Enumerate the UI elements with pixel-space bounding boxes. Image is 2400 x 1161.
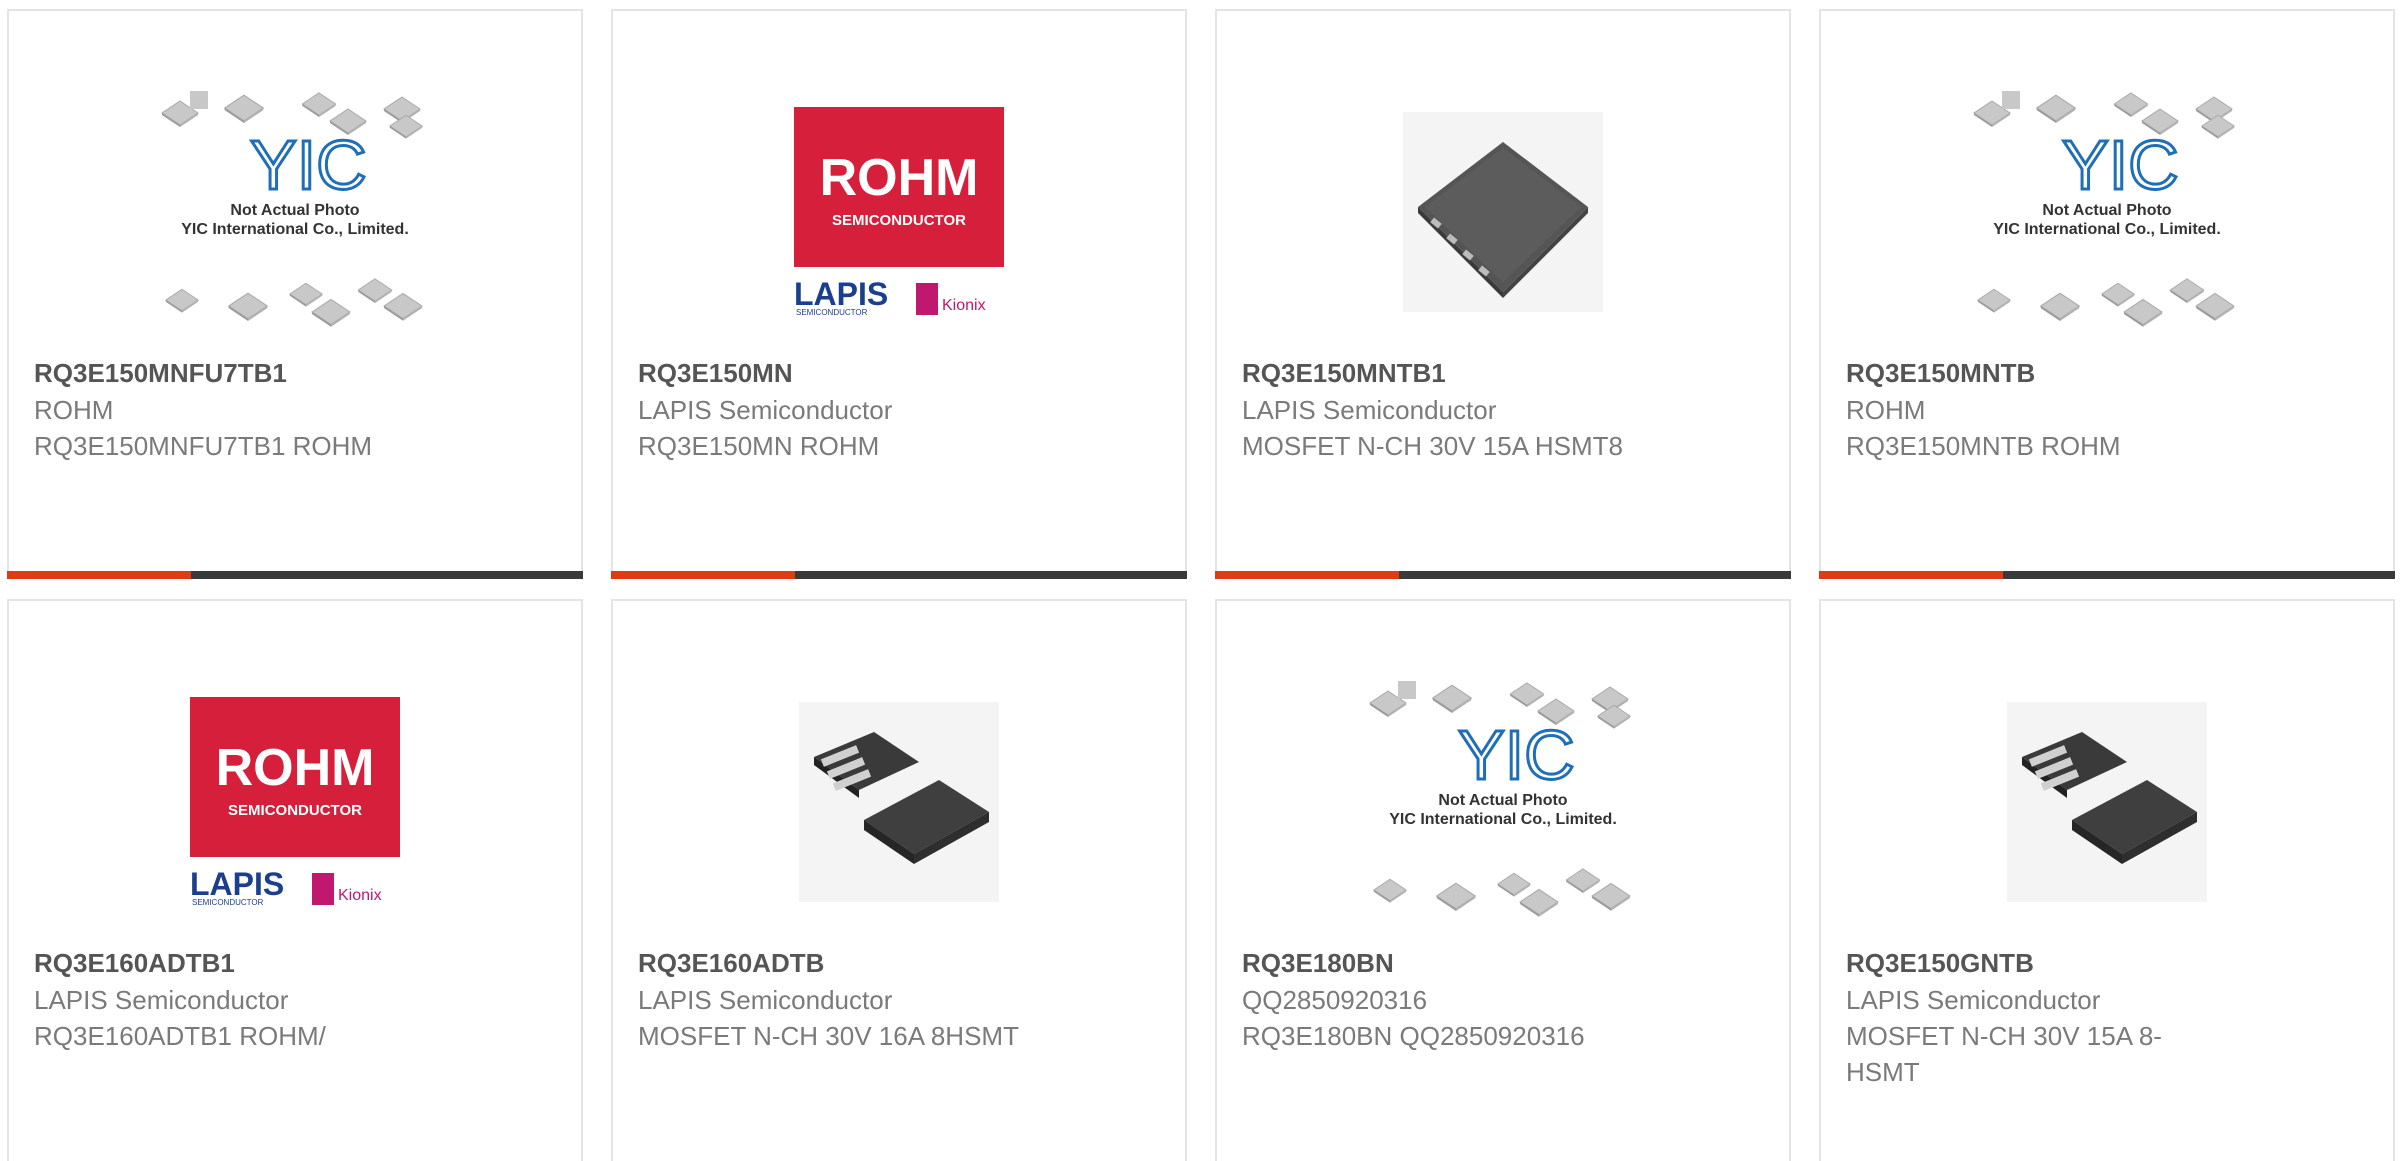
description: MOSFET N-CH 30V 16A 8HSMT [638,1021,1019,1051]
svg-text:SEMICONDUCTOR: SEMICONDUCTOR [228,802,362,819]
product-card[interactable]: YIC Not Actual Photo YIC International C… [7,9,583,579]
part-number[interactable]: RQ3E180BN [1242,945,1642,982]
svg-text:Kionix: Kionix [338,887,382,904]
svg-text:ROHM: ROHM [216,739,375,797]
not-actual-photo-image: YIC Not Actual Photo YIC International C… [1973,91,2235,327]
rohm-logo-image: ROHM SEMICONDUCTOR LAPIS SEMICONDUCTOR K… [794,107,1004,317]
product-image[interactable]: YIC Not Actual Photo YIC International C… [1368,667,1638,937]
part-number[interactable]: RQ3E150MNFU7TB1 [34,355,434,392]
product-image[interactable]: ROHM SEMICONDUCTOR LAPIS SEMICONDUCTOR K… [764,77,1034,347]
product-card[interactable]: ROHM SEMICONDUCTOR LAPIS SEMICONDUCTOR K… [7,599,583,1161]
svg-text:Not Actual Photo: Not Actual Photo [2042,202,2171,219]
product-image[interactable] [764,667,1034,937]
svg-text:SEMICONDUCTOR: SEMICONDUCTOR [832,212,966,229]
product-image[interactable]: ROHM SEMICONDUCTOR LAPIS SEMICONDUCTOR K… [160,667,430,937]
svg-text:YIC: YIC [1458,716,1575,794]
part-number[interactable]: RQ3E150MNTB [1846,355,2246,392]
product-card[interactable]: RQ3E150GNTB LAPIS Semiconductor MOSFET N… [1819,599,2395,1161]
svg-text:YIC International Co., Limited: YIC International Co., Limited. [1389,811,1617,828]
part-number[interactable]: RQ3E160ADTB1 [34,945,434,982]
manufacturer: LAPIS Semiconductor [1846,985,2101,1015]
description: MOSFET N-CH 30V 15A 8-HSMT [1846,1021,2162,1087]
card-accent-bar [611,571,1187,579]
description: RQ3E160ADTB1 ROHM/ [34,1021,326,1051]
manufacturer: QQ2850920316 [1242,985,1428,1015]
not-actual-photo-image: YIC Not Actual Photo YIC International C… [1369,681,1631,917]
description: RQ3E150MNFU7TB1 ROHM [34,431,373,461]
product-grid: YIC Not Actual Photo YIC International C… [0,0,2400,1161]
card-accent-bar [1819,571,2395,579]
svg-text:YIC International Co., Limited: YIC International Co., Limited. [181,221,409,238]
part-number[interactable]: RQ3E150MNTB1 [1242,355,1642,392]
svg-text:ROHM: ROHM [820,149,979,207]
description: MOSFET N-CH 30V 15A HSMT8 [1242,431,1623,461]
svg-text:LAPIS: LAPIS [794,276,888,312]
product-card[interactable]: RQ3E150MNTB1 LAPIS Semiconductor MOSFET … [1215,9,1791,579]
manufacturer: ROHM [1846,395,1926,425]
manufacturer: LAPIS Semiconductor [34,985,289,1015]
product-card[interactable]: YIC Not Actual Photo YIC International C… [1215,599,1791,1161]
part-number[interactable]: RQ3E150MN [638,355,1038,392]
not-actual-photo-image: YIC Not Actual Photo YIC International C… [161,91,423,327]
product-image[interactable] [1368,77,1638,347]
part-number[interactable]: RQ3E160ADTB [638,945,1038,982]
product-image[interactable]: YIC Not Actual Photo YIC International C… [160,77,430,347]
svg-text:Not Actual Photo: Not Actual Photo [230,202,359,219]
description: RQ3E150MN ROHM [638,431,880,461]
part-number[interactable]: RQ3E150GNTB [1846,945,2206,982]
manufacturer: ROHM [34,395,114,425]
svg-text:LAPIS: LAPIS [190,866,284,902]
hsmt8-package-image [1403,112,1603,312]
manufacturer: LAPIS Semiconductor [638,985,893,1015]
rohm-logo-image: ROHM SEMICONDUCTOR LAPIS SEMICONDUCTOR K… [190,697,400,907]
svg-text:SEMICONDUCTOR: SEMICONDUCTOR [192,898,264,907]
hsmt-package-image [799,702,999,902]
description: RQ3E150MNTB ROHM [1846,431,2121,461]
svg-text:YIC International Co., Limited: YIC International Co., Limited. [1993,221,2221,238]
svg-text:SEMICONDUCTOR: SEMICONDUCTOR [796,308,868,317]
svg-text:Not Actual Photo: Not Actual Photo [1438,792,1567,809]
svg-text:Kionix: Kionix [942,297,986,314]
hsmt-package-image [2007,702,2207,902]
product-image[interactable]: YIC Not Actual Photo YIC International C… [1972,77,2242,347]
description: RQ3E180BN QQ2850920316 [1242,1021,1585,1051]
svg-text:YIC: YIC [2062,126,2179,204]
card-accent-bar [1215,571,1791,579]
manufacturer: LAPIS Semiconductor [638,395,893,425]
product-card[interactable]: ROHM SEMICONDUCTOR LAPIS SEMICONDUCTOR K… [611,9,1187,579]
product-image[interactable] [1972,667,2242,937]
product-card[interactable]: YIC Not Actual Photo YIC International C… [1819,9,2395,579]
manufacturer: LAPIS Semiconductor [1242,395,1497,425]
card-accent-bar [7,571,583,579]
product-card[interactable]: RQ3E160ADTB LAPIS Semiconductor MOSFET N… [611,599,1187,1161]
svg-text:YIC: YIC [250,126,367,204]
